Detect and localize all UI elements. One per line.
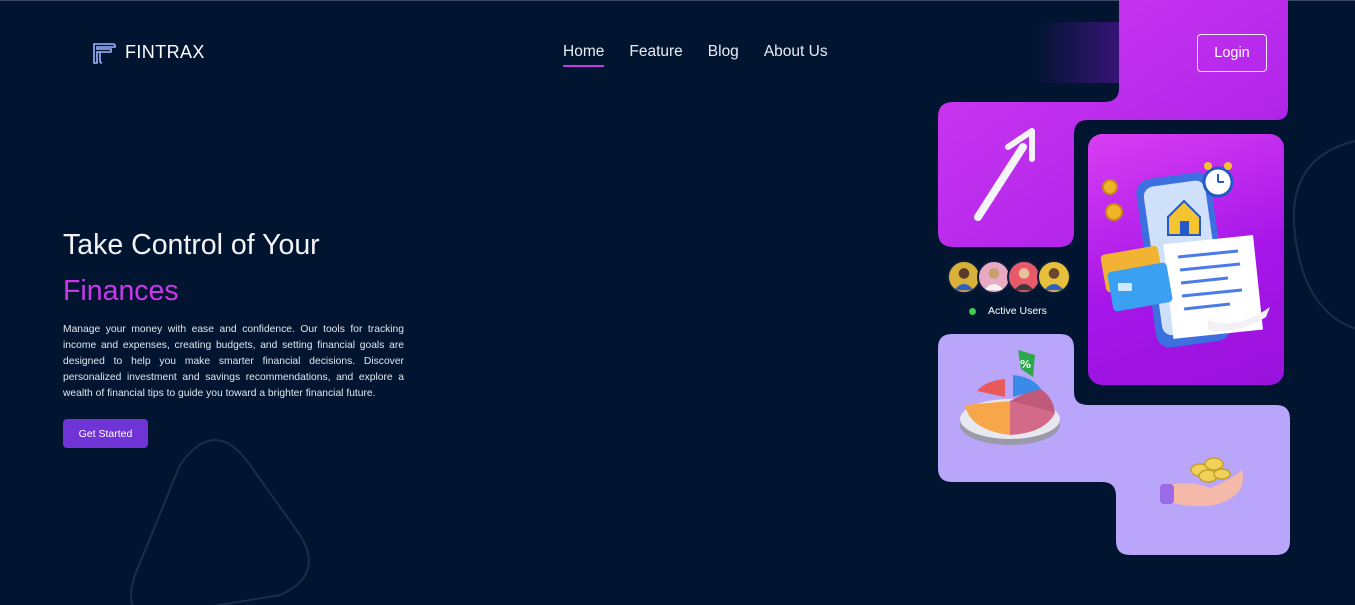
nav-link-blog[interactable]: Blog xyxy=(708,43,739,67)
percent-symbol: % xyxy=(1020,358,1031,371)
main-nav: Home Feature Blog About Us xyxy=(563,43,828,67)
user-avatar[interactable] xyxy=(947,260,981,294)
hero-title-highlight: Finances xyxy=(63,275,179,307)
active-user-avatars xyxy=(947,260,1071,294)
get-started-button[interactable]: Get Started xyxy=(63,419,148,448)
brand-name: FINTRAX xyxy=(125,41,205,62)
user-avatar[interactable] xyxy=(977,260,1011,294)
hero-title: Take Control of Your Finances xyxy=(63,222,320,314)
nav-link-about-us[interactable]: About Us xyxy=(764,43,828,67)
decorative-arc-outline xyxy=(1292,140,1355,330)
fintrax-f-logo-icon xyxy=(93,43,116,64)
growth-arrow-icon xyxy=(974,128,1035,221)
phone-receipt-illustration xyxy=(1100,162,1270,348)
active-users-label: Active Users xyxy=(988,305,1047,317)
hero-description: Manage your money with ease and confiden… xyxy=(63,324,404,400)
active-users-indicator: Active Users xyxy=(969,305,1047,317)
user-avatar[interactable] xyxy=(1037,260,1071,294)
login-button[interactable]: Login xyxy=(1197,34,1267,72)
user-avatar[interactable] xyxy=(1007,260,1041,294)
online-status-dot xyxy=(969,307,976,315)
hero-title-line1: Take Control of Your xyxy=(63,229,320,261)
hand-coins-illustration xyxy=(1160,457,1244,507)
nav-link-feature[interactable]: Feature xyxy=(629,43,682,67)
decorative-triangle-outline xyxy=(130,439,310,605)
brand-logo[interactable]: FINTRAX xyxy=(91,39,205,65)
nav-link-home[interactable]: Home xyxy=(563,43,605,67)
pie-chart-illustration: % xyxy=(960,350,1060,445)
